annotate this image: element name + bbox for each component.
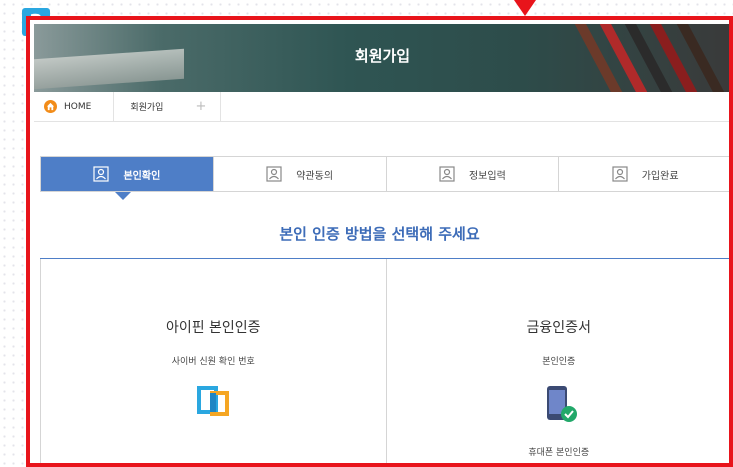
certificate-verification-option[interactable]: 금융인증서 본인인증 휴대폰 본인인증 bbox=[387, 259, 730, 463]
breadcrumb: HOME 회원가입 + bbox=[34, 92, 729, 122]
section-heading: 본인 인증 방법을 선택해 주세요 bbox=[279, 225, 480, 243]
option-footer: 휴대폰 본인인증 bbox=[528, 448, 590, 458]
user-icon bbox=[612, 166, 628, 182]
tab-info-input[interactable]: 정보입력 bbox=[386, 157, 560, 191]
ipin-verification-option[interactable]: 아이핀 본인인증 사이버 신원 확인 번호 bbox=[40, 259, 387, 463]
breadcrumb-current[interactable]: 회원가입 bbox=[114, 92, 179, 121]
tab-signup-complete[interactable]: 가입완료 bbox=[559, 157, 729, 191]
step-label: 정보입력 bbox=[468, 170, 506, 182]
hero-banner: 회원가입 bbox=[34, 24, 729, 92]
option-subtitle: 본인인증 bbox=[542, 357, 576, 367]
option-title: 아이핀 본인인증 bbox=[165, 320, 261, 336]
pointer-arrow-icon bbox=[514, 0, 536, 16]
step-label: 가입완료 bbox=[641, 170, 679, 182]
user-icon bbox=[93, 166, 110, 182]
mobile-phone-check-icon bbox=[387, 384, 730, 424]
tab-terms-agreement[interactable]: 약관동의 bbox=[213, 157, 387, 191]
signup-steps: 본인확인 약관동의 정보입력 가입완료 bbox=[40, 156, 729, 192]
breadcrumb-add-button[interactable]: + bbox=[179, 92, 222, 121]
step-label: 약관동의 bbox=[296, 170, 334, 182]
user-icon bbox=[266, 166, 282, 182]
ipin-icon bbox=[41, 384, 386, 416]
option-subtitle: 사이버 신원 확인 번호 bbox=[171, 357, 255, 367]
user-icon bbox=[439, 166, 455, 182]
tab-identity-verification[interactable]: 본인확인 bbox=[41, 157, 214, 191]
verification-methods: 아이핀 본인인증 사이버 신원 확인 번호 금융인증서 본인인증 휴대폰 본인인… bbox=[40, 258, 730, 463]
highlight-frame: 회원가입 HOME 회원가입 + 본인확인 약관동의 정보입력 가입완료 본인 … bbox=[26, 16, 733, 467]
page-title: 회원가입 bbox=[354, 47, 411, 65]
breadcrumb-home-label: HOME bbox=[64, 101, 92, 112]
breadcrumb-home[interactable]: HOME bbox=[34, 92, 115, 121]
active-step-caret bbox=[115, 192, 131, 200]
home-icon bbox=[44, 100, 57, 113]
step-label: 본인확인 bbox=[123, 170, 161, 182]
option-title: 금융인증서 bbox=[526, 320, 591, 336]
